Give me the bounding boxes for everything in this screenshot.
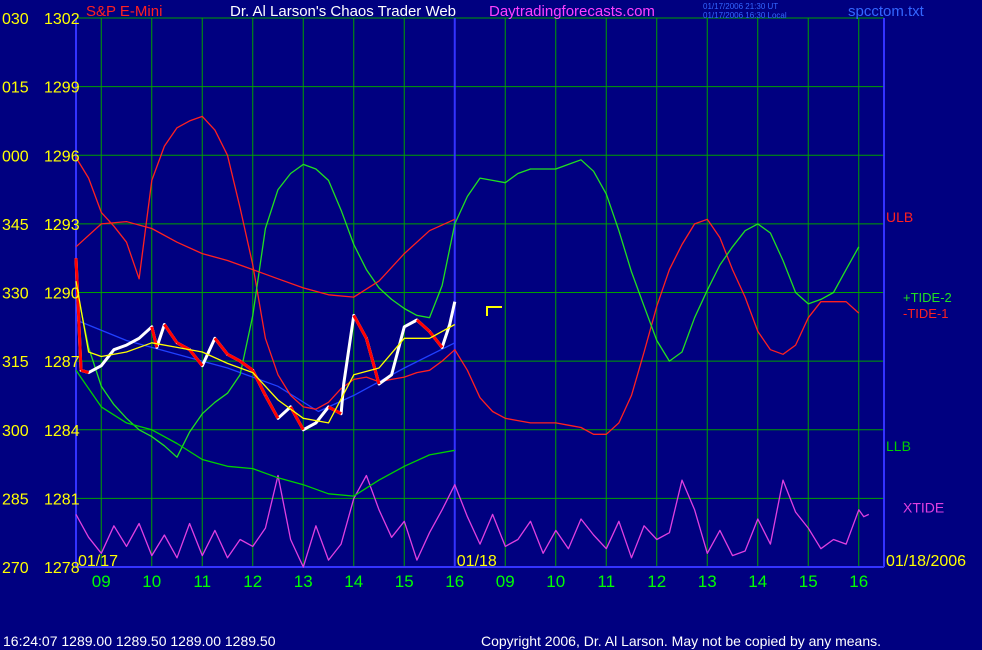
chart-title: Dr. Al Larson's Chaos Trader Web [230, 3, 456, 20]
y-tick-angle: 330 [2, 286, 29, 303]
x-tick-label: 11 [193, 572, 211, 591]
y-tick-price: 1296 [44, 148, 80, 165]
legend-label-tide-1: -TIDE-1 [903, 306, 949, 321]
x-tick-label: 13 [698, 572, 717, 591]
x-tick-label: 12 [243, 572, 262, 591]
y-tick-price: 1293 [44, 217, 80, 234]
x-tick-label: 10 [546, 572, 565, 591]
y-tick-angle: 345 [2, 217, 29, 234]
y-tick-price: 1290 [44, 286, 80, 303]
y-tick-price: 1287 [44, 354, 80, 371]
x-tick-label: 12 [647, 572, 666, 591]
y-tick-angle: 285 [2, 491, 29, 508]
x-tick-label: 14 [748, 572, 767, 591]
x-tick-label: 09 [92, 572, 111, 591]
x-tick-label: 09 [496, 572, 515, 591]
instrument-label: S&P E-Mini [86, 3, 162, 20]
y-tick-angle: 315 [2, 354, 29, 371]
y-tick-price: 1302 [44, 11, 80, 28]
legend-label-tide-2: +TIDE-2 [903, 290, 952, 305]
x-tick-label: 10 [142, 572, 161, 591]
last-quote: 16:24:07 1289.00 1289.50 1289.00 1289.50 [3, 633, 276, 649]
timestamp-ut: 01/17/2006 21:30 UT [703, 2, 778, 11]
data-file-name: spcctom.txt [848, 3, 925, 20]
x-tick-label: 13 [294, 572, 313, 591]
chaos-trader-chart: 030 1302 015 1299 000 1296 345 1293 330 1290 315 12… [0, 0, 982, 650]
y-tick-price: 1299 [44, 80, 80, 97]
day-label: 01/18/2006 [886, 553, 966, 570]
y-tick-angle: 015 [2, 80, 29, 97]
y-tick-angle: 300 [2, 423, 29, 440]
day-label: 01/18 [457, 553, 497, 570]
y-tick-price: 1281 [44, 491, 80, 508]
x-tick-label: 11 [597, 572, 615, 591]
x-tick-label: 15 [799, 572, 818, 591]
legend-label-ulb: ULB [886, 209, 913, 225]
copyright-notice: Copyright 2006, Dr. Al Larson. May not b… [481, 633, 881, 649]
day-label: 01/17 [78, 553, 118, 570]
y-tick-angle: 000 [2, 148, 29, 165]
x-tick-label: 16 [849, 572, 868, 591]
x-tick-label: 14 [344, 572, 363, 591]
legend-label-llb: LLB [886, 438, 911, 454]
y-tick-angle: 270 [2, 560, 29, 577]
timestamp-local: 01/17/2006 16:30 Local [703, 11, 787, 20]
x-tick-label: 15 [395, 572, 414, 591]
legend-label-xtide: XTIDE [903, 500, 944, 516]
y-tick-price: 1278 [44, 560, 80, 577]
site-link[interactable]: Daytradingforecasts.com [489, 3, 655, 20]
x-tick-label: 16 [445, 572, 464, 591]
y-tick-angle: 030 [2, 11, 29, 28]
y-tick-price: 1284 [44, 423, 80, 440]
